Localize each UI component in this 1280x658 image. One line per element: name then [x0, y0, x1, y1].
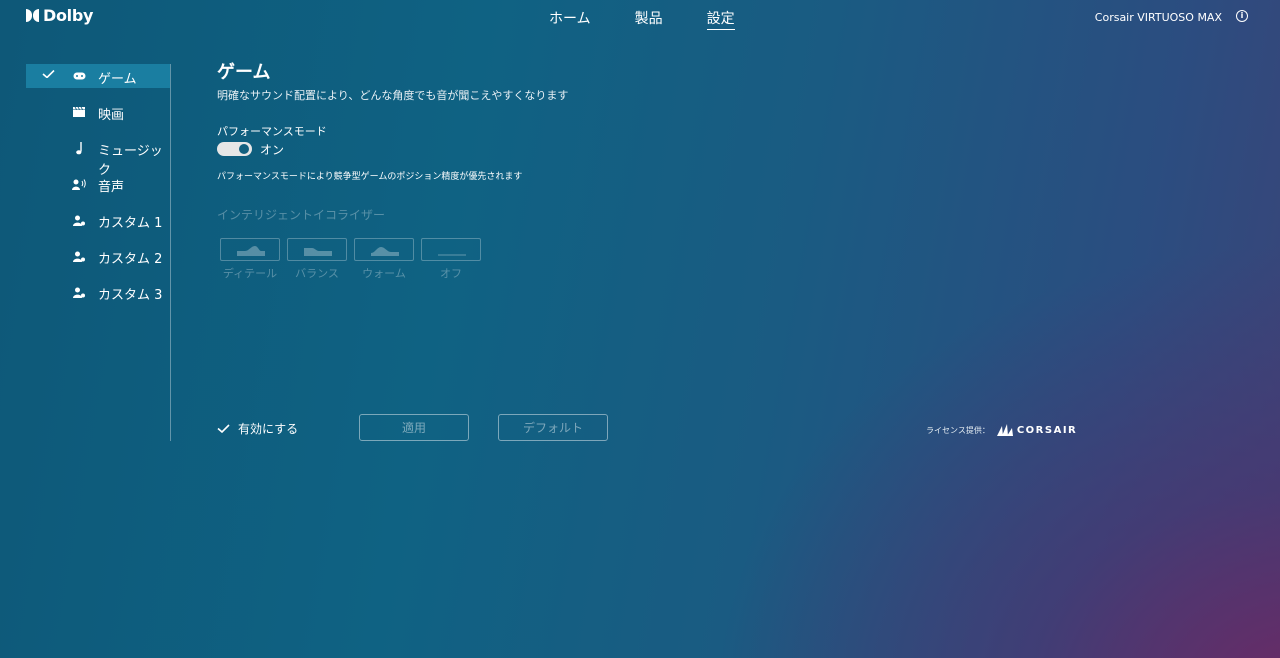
logo-text: Dolby — [43, 6, 94, 25]
custom-user-icon — [72, 249, 86, 263]
eq-preset-button[interactable] — [354, 238, 414, 261]
equalizer-presets: ディテール バランス ウォーム オフ — [220, 238, 481, 281]
performance-mode-label: パフォーマンスモード — [217, 125, 327, 138]
enable-checkbox[interactable]: 有効にする — [217, 420, 298, 437]
corsair-sails-icon — [996, 424, 1013, 436]
clapperboard-icon — [72, 105, 86, 119]
sidebar-item-music[interactable]: ミュージック — [26, 136, 170, 178]
device-name: Corsair VIRTUOSO MAX — [1094, 11, 1222, 24]
top-navigation: ホーム 製品 設定 — [549, 8, 735, 30]
eq-preset-label: バランス — [295, 267, 339, 280]
performance-mode-toggle[interactable] — [217, 142, 252, 156]
sidebar-item-custom-3[interactable]: カスタム 3 — [26, 280, 170, 304]
default-button[interactable]: デフォルト — [498, 414, 608, 441]
sidebar-item-label: 映画 — [98, 108, 125, 123]
license-label: ライセンス提供： — [926, 425, 990, 435]
checkmark-icon — [42, 70, 55, 78]
profile-description: 明確なサウンド配置により、どんな角度でも音が聞こえやすくなります — [217, 89, 569, 102]
eq-curve-balance-icon — [304, 248, 332, 256]
license-info: ライセンス提供： CORSAIR — [926, 423, 1077, 437]
apply-button[interactable]: 適用 — [359, 414, 469, 441]
eq-preset-off[interactable]: オフ — [421, 238, 481, 281]
eq-curve-warm-icon — [371, 247, 399, 256]
sidebar-item-custom-1[interactable]: カスタム 1 — [26, 208, 170, 232]
performance-mode-note: パフォーマンスモードにより競争型ゲームのポジション精度が優先されます — [217, 172, 523, 182]
sidebar-item-label: ゲーム — [98, 72, 137, 87]
eq-preset-button[interactable] — [287, 238, 347, 261]
page-title: ゲーム — [217, 62, 271, 83]
info-icon[interactable]: i — [1236, 10, 1248, 22]
profile-sidebar: ゲーム 映画 ミュージック 音声 カスタム 1 カスタム 2 カスタム 3 — [26, 64, 171, 441]
equalizer-label: インテリジェントイコライザー — [217, 208, 386, 222]
eq-curve-off-icon — [438, 254, 466, 256]
eq-preset-button[interactable] — [421, 238, 481, 261]
sidebar-item-movie[interactable]: 映画 — [26, 100, 170, 124]
sidebar-item-label: カスタム 3 — [98, 288, 163, 303]
eq-preset-label: ディテール — [222, 267, 278, 280]
performance-mode-state: オン — [260, 143, 285, 157]
custom-user-icon — [72, 285, 86, 299]
eq-curve-detail-icon — [237, 246, 265, 256]
corsair-logo: CORSAIR — [996, 423, 1077, 437]
eq-preset-warm[interactable]: ウォーム — [354, 238, 414, 281]
corsair-wordmark: CORSAIR — [1016, 424, 1078, 436]
nav-home[interactable]: ホーム — [549, 8, 591, 30]
enable-label: 有効にする — [238, 422, 299, 436]
sidebar-item-label: カスタム 2 — [98, 252, 163, 267]
nav-products[interactable]: 製品 — [635, 8, 663, 30]
dolby-logo-icon — [26, 9, 39, 22]
toggle-knob — [239, 144, 249, 154]
gamepad-icon — [72, 69, 86, 83]
eq-preset-button[interactable] — [220, 238, 280, 261]
sidebar-item-voice[interactable]: 音声 — [26, 172, 170, 196]
checkmark-icon — [217, 424, 230, 433]
voice-icon — [72, 177, 86, 191]
eq-preset-label: ウォーム — [362, 267, 406, 280]
nav-settings[interactable]: 設定 — [706, 8, 735, 30]
sidebar-item-label: カスタム 1 — [98, 216, 163, 231]
eq-preset-detail[interactable]: ディテール — [220, 238, 280, 281]
sidebar-item-label: 音声 — [98, 180, 125, 195]
eq-preset-balance[interactable]: バランス — [287, 238, 347, 281]
sidebar-item-game[interactable]: ゲーム — [26, 64, 170, 88]
eq-preset-label: オフ — [440, 267, 462, 280]
sidebar-item-custom-2[interactable]: カスタム 2 — [26, 244, 170, 268]
dolby-logo: Dolby — [26, 6, 93, 25]
music-note-icon — [72, 141, 86, 155]
custom-user-icon — [72, 213, 86, 227]
